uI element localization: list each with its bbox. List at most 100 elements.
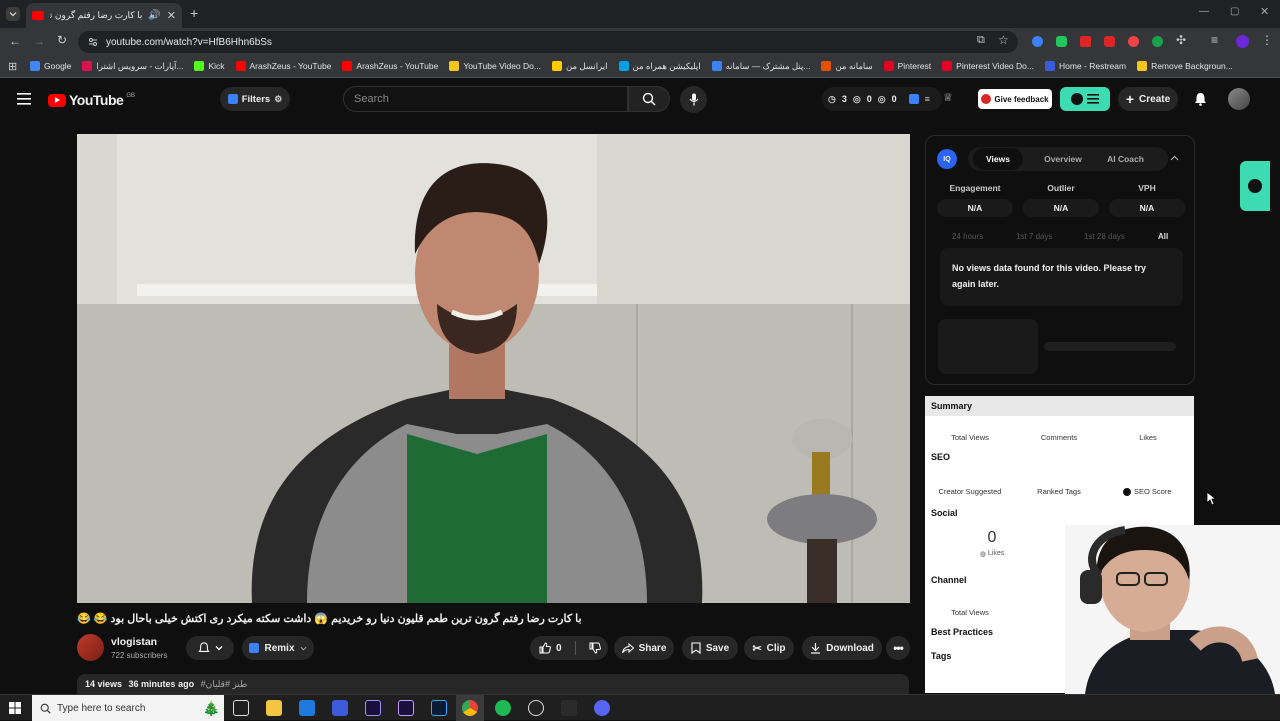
bookmark-star-icon[interactable]: ☆: [998, 33, 1009, 47]
tubebuddy-button[interactable]: [1060, 87, 1110, 111]
extension-icon[interactable]: [1104, 36, 1115, 47]
social-likes: ◍ Likes: [972, 550, 1012, 558]
trophy-icon[interactable]: ♕: [943, 91, 953, 104]
bookmark-item[interactable]: YouTube Video Do...: [449, 61, 541, 71]
bookmark-item[interactable]: Home - Restream: [1044, 61, 1126, 71]
bookmark-item[interactable]: Pinterest Video Do...: [942, 61, 1034, 71]
bookmark-item[interactable]: Kick: [194, 61, 225, 71]
extensions-puzzle-icon[interactable]: ✣: [1176, 33, 1186, 47]
notifications-bell-icon[interactable]: [1194, 92, 1207, 106]
new-tab-button[interactable]: +: [190, 5, 198, 21]
tab-close-icon[interactable]: ✕: [167, 9, 176, 22]
empty-data-message: No views data found for this video. Plea…: [940, 248, 1183, 306]
tab-ai-coach[interactable]: AI Coach: [1098, 148, 1153, 170]
tab-views[interactable]: Views: [973, 148, 1023, 170]
create-button[interactable]: + Create: [1118, 87, 1178, 111]
task-view-icon[interactable]: [233, 700, 249, 716]
maximize-button[interactable]: ▢: [1230, 6, 1239, 17]
site-info-icon[interactable]: [88, 37, 98, 47]
hamburger-menu-icon[interactable]: [17, 93, 31, 105]
bookmark-item[interactable]: ArashZeus - YouTube: [235, 61, 331, 71]
tab-search-button[interactable]: [6, 7, 20, 21]
photoshop-icon[interactable]: [431, 700, 447, 716]
forward-icon[interactable]: →: [33, 34, 45, 48]
give-feedback-button[interactable]: Give feedback: [978, 89, 1052, 109]
range-28-days[interactable]: 1st 28 days: [1084, 232, 1125, 241]
install-app-icon[interactable]: ⧉: [977, 34, 985, 47]
bookmark-favicon-icon: [449, 61, 460, 71]
extension-icon[interactable]: [1128, 36, 1139, 47]
app-icon[interactable]: [332, 700, 348, 716]
bookmark-item[interactable]: سامانه من: [821, 61, 873, 72]
voice-search-button[interactable]: [680, 86, 707, 113]
minimize-button[interactable]: —: [1199, 6, 1209, 17]
collapse-chevron-icon[interactable]: [1170, 155, 1179, 162]
chrome-menu-icon[interactable]: ⋮: [1261, 33, 1273, 47]
windows-start-icon[interactable]: [9, 702, 21, 714]
summary-likes: Likes: [1139, 433, 1157, 442]
browser-tab[interactable]: با کارت رضا رفتم گرون ترین 🔊 ✕: [26, 3, 182, 28]
extension-icon[interactable]: [1032, 36, 1043, 47]
filters-label: Filters: [241, 93, 271, 105]
bookmark-item[interactable]: اپلیکیشن همراه من: [618, 61, 701, 72]
save-button[interactable]: Save: [682, 636, 738, 660]
extension-shield-icon[interactable]: [1056, 36, 1067, 47]
share-button[interactable]: Share: [614, 636, 674, 660]
stat-1: 3: [841, 94, 847, 104]
after-effects-icon[interactable]: [365, 700, 381, 716]
reload-icon[interactable]: ↻: [57, 33, 67, 47]
youtube-logo[interactable]: YouTube GB: [48, 92, 135, 108]
spotify-icon[interactable]: [495, 700, 511, 716]
apps-grid-icon[interactable]: ⊞: [8, 60, 17, 73]
range-all[interactable]: All: [1158, 232, 1168, 241]
outlier-value: N/A: [1023, 199, 1099, 217]
thumbs-down-icon[interactable]: [589, 642, 601, 654]
premiere-pro-icon[interactable]: [398, 700, 414, 716]
taskbar-search-input[interactable]: Type here to search 🎄: [32, 695, 224, 721]
search-button[interactable]: [628, 86, 670, 112]
logo-region: GB: [126, 93, 135, 99]
bookmark-item[interactable]: پنل مشترک — سامانه...: [711, 61, 810, 72]
remix-button[interactable]: Remix: [242, 636, 314, 660]
bookmark-item[interactable]: Google: [30, 61, 71, 71]
extension-icon[interactable]: [1152, 36, 1163, 47]
search-input[interactable]: Search: [343, 86, 628, 112]
tubebuddy-side-button[interactable]: [1240, 161, 1270, 211]
filters-button[interactable]: Filters ⚙: [220, 87, 290, 111]
account-avatar[interactable]: [1228, 88, 1250, 110]
download-button[interactable]: Download: [802, 636, 882, 660]
eye-icon: ◎: [852, 93, 861, 104]
outlook-icon[interactable]: [299, 700, 315, 716]
video-player[interactable]: [77, 134, 910, 603]
extension-icon[interactable]: [1080, 36, 1091, 47]
profile-avatar[interactable]: [1236, 35, 1249, 48]
loading-bar-placeholder: [1044, 342, 1176, 351]
bookmark-item[interactable]: ایرانسل من: [551, 61, 608, 72]
discord-icon[interactable]: [594, 700, 610, 716]
back-icon[interactable]: ←: [9, 34, 21, 48]
obs-icon[interactable]: [528, 700, 544, 716]
channel-name[interactable]: vlogistan: [111, 636, 157, 648]
bookmark-item[interactable]: ArashZeus - YouTube: [342, 61, 438, 71]
range-24-hours[interactable]: 24 hours: [952, 232, 983, 241]
audio-icon[interactable]: 🔊: [148, 10, 160, 21]
bookmark-item[interactable]: Remove Backgroun...: [1137, 61, 1233, 71]
address-bar[interactable]: youtube.com/watch?v=HfB6Hhn6bSs: [78, 31, 1018, 53]
reading-list-icon[interactable]: ≡: [1211, 33, 1218, 47]
app-icon[interactable]: [561, 700, 577, 716]
subscribe-bell-button[interactable]: [186, 636, 234, 660]
bookmark-item[interactable]: آپارات - سرویس اشترا...: [82, 61, 183, 72]
clip-button[interactable]: ✂ Clip: [744, 636, 794, 660]
tab-overview[interactable]: Overview: [1033, 148, 1093, 170]
file-explorer-icon[interactable]: [266, 700, 282, 716]
vidiq-stats-bar[interactable]: ◷ 3 ◎ 0 ◎ 0 ≡: [822, 87, 942, 111]
channel-avatar[interactable]: [77, 634, 104, 661]
like-button[interactable]: 0: [539, 642, 562, 654]
chevron-down-icon: [9, 12, 17, 17]
description-box[interactable]: 14 views 36 minutes ago #طنز #قلیان: [77, 674, 909, 694]
more-actions-button[interactable]: •••: [886, 636, 910, 660]
bookmark-item[interactable]: Pinterest: [883, 61, 931, 71]
range-7-days[interactable]: 1st 7 days: [1016, 232, 1052, 241]
window-close-button[interactable]: ✕: [1260, 5, 1269, 18]
chrome-icon[interactable]: [462, 700, 478, 716]
